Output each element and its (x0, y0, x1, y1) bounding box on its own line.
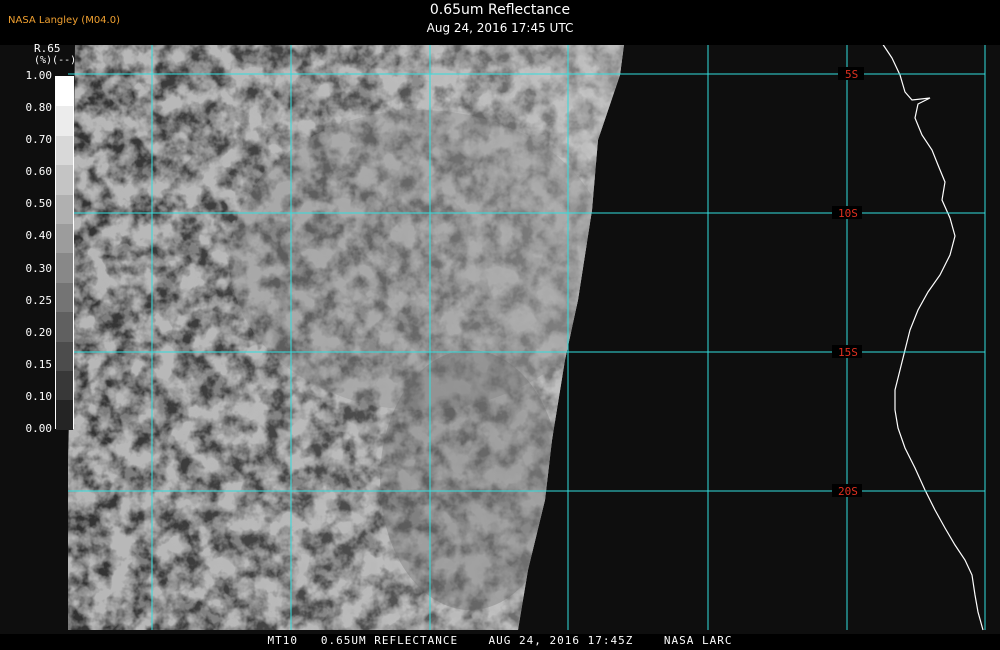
footer-caption: MT10 0.65UM REFLECTANCE AUG 24, 2016 17:… (0, 634, 1000, 650)
colorbar-tick-label: 0.70 (25, 133, 53, 147)
colorbar-swatch (56, 194, 73, 225)
colorbar-tick-label: 0.80 (25, 101, 53, 115)
colorbar (55, 76, 74, 430)
colorbar-swatch (56, 165, 73, 195)
colorbar-tick-label: 0.00 (25, 422, 53, 435)
colorbar-swatch (56, 77, 73, 107)
colorbar-tick-label: 0.60 (25, 165, 53, 179)
lat-label: 20S (838, 485, 858, 498)
colorbar-swatch (56, 135, 73, 166)
colorbar-swatch (56, 224, 73, 254)
colorbar-swatch (56, 400, 73, 430)
colorbar-tick-label: 0.25 (25, 293, 53, 307)
colorbar-tick-label: 0.15 (25, 357, 53, 371)
colorbar-swatch (56, 282, 73, 313)
colorbar-tick-label: 0.20 (25, 325, 53, 339)
image-timestamp: Aug 24, 2016 17:45 UTC (426, 21, 574, 35)
lat-label: 5S (845, 68, 858, 81)
colorbar-swatch (56, 253, 73, 283)
colorbar-tick-label: 0.40 (25, 229, 53, 243)
colorbar-tick-label: 1.00 (25, 69, 53, 82)
lat-label: 15S (838, 346, 858, 359)
lat-label: 10S (838, 207, 858, 220)
colorbar-units: (%)(--) (34, 55, 77, 66)
colorbar-swatch (56, 312, 73, 342)
colorbar-swatch (56, 371, 73, 401)
colorbar-swatch (56, 106, 73, 136)
colorbar-swatch (56, 341, 73, 372)
image-title: 0.65um Reflectance (429, 2, 571, 18)
colorbar-tick-label: 0.30 (25, 261, 53, 275)
header-bar: NASA Langley (M04.0) 0.65um Reflectance … (0, 0, 1000, 45)
colorbar-title: R.65 (34, 42, 61, 55)
satellite-map: 15W 10W 5W 0 5E 10E 5S 10S 15S 20S (0, 4, 1000, 635)
colorbar-tick-label: 0.50 (25, 197, 53, 211)
colorbar-tick-label: 0.10 (25, 389, 53, 403)
